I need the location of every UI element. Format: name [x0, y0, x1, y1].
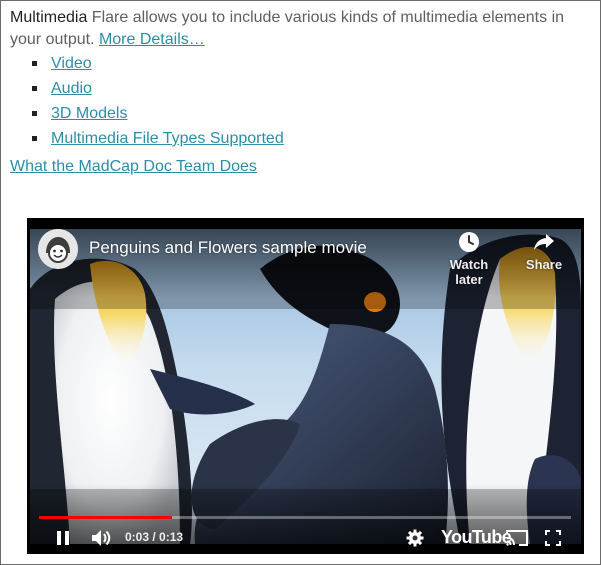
video-link[interactable]: Video: [51, 55, 92, 72]
progress-played: [39, 516, 172, 519]
more-details-link[interactable]: More Details…: [99, 31, 205, 48]
watch-later-button[interactable]: Watch later: [439, 231, 499, 287]
fullscreen-button[interactable]: [545, 530, 561, 551]
gear-icon: [406, 529, 424, 547]
pause-button[interactable]: [55, 530, 71, 551]
doc-team-link[interactable]: What the MadCap Doc Team Does: [10, 156, 257, 178]
content-frame: Multimedia Flare allows you to include v…: [0, 0, 601, 565]
bullet-icon: [32, 86, 37, 91]
intro-text: Flare allows you to include various kind…: [10, 9, 565, 48]
progress-bar[interactable]: [39, 516, 571, 519]
list-item: 3D Models: [32, 103, 284, 128]
watch-later-label: Watch later: [449, 257, 489, 287]
clock-icon: [459, 232, 479, 252]
volume-icon: [92, 530, 111, 546]
volume-button[interactable]: [91, 529, 113, 552]
video-title[interactable]: Penguins and Flowers sample movie: [89, 238, 367, 258]
intro-term: Multimedia: [10, 9, 88, 26]
youtube-logo[interactable]: YouTube: [441, 527, 512, 548]
list-item: Audio: [32, 78, 284, 103]
list-item: Video: [32, 53, 284, 78]
cast-icon: [506, 530, 528, 546]
pause-icon: [57, 531, 69, 545]
intro-paragraph: Multimedia Flare allows you to include v…: [10, 7, 595, 51]
settings-button[interactable]: [406, 529, 424, 552]
cast-button[interactable]: [506, 529, 528, 552]
top-gradient: [27, 218, 584, 298]
3d-models-link[interactable]: 3D Models: [51, 105, 127, 122]
time-readout: 0:03 / 0:13: [125, 530, 183, 544]
bullet-icon: [32, 61, 37, 66]
audio-link[interactable]: Audio: [51, 80, 92, 97]
time-separator: /: [149, 530, 160, 544]
file-types-link[interactable]: Multimedia File Types Supported: [51, 130, 284, 147]
share-label: Share: [525, 257, 563, 272]
list-item: Multimedia File Types Supported: [32, 128, 284, 153]
multimedia-link-list: Video Audio 3D Models Multimedia File Ty…: [32, 53, 284, 153]
duration: 0:13: [159, 530, 184, 544]
bullet-icon: [32, 111, 37, 116]
fullscreen-icon: [545, 530, 561, 546]
video-player[interactable]: Penguins and Flowers sample movie Watch …: [27, 218, 584, 554]
channel-avatar-icon[interactable]: [38, 229, 78, 269]
bullet-icon: [32, 136, 37, 141]
current-time: 0:03: [125, 530, 150, 544]
share-button[interactable]: Share: [514, 231, 574, 272]
share-arrow-icon: [534, 234, 554, 250]
